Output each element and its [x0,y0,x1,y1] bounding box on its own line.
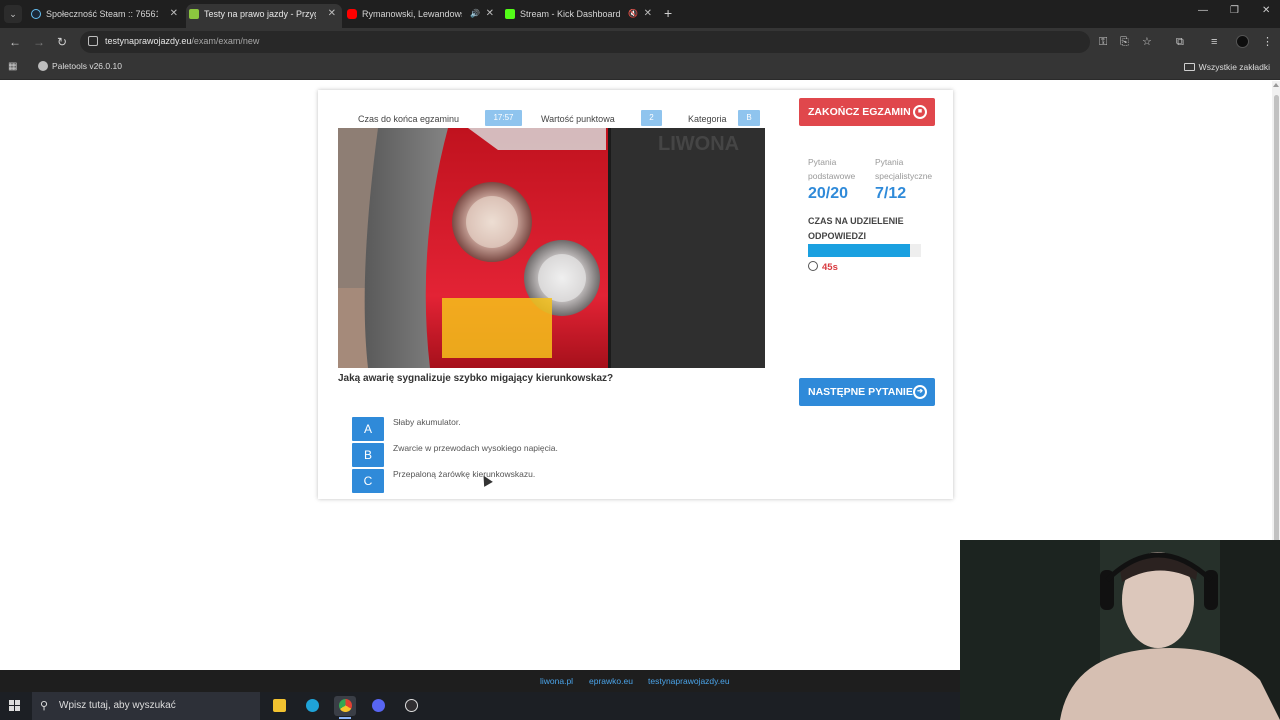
profile-avatar[interactable] [1236,35,1249,48]
basic-questions-label: Pytania podstawowe [808,157,856,181]
answer-time-label: CZAS NA UDZIELENIE ODPOWIEDZI [808,216,904,241]
muted-icon[interactable]: 🔇 [628,4,638,24]
category-badge: B [738,110,760,126]
next-question-button[interactable]: NASTĘPNE PYTANIE ➔ [799,378,935,406]
special-questions-label: Pytania specjalistyczne [875,157,933,181]
new-tab-button[interactable]: + [664,4,672,22]
browser-toolbar: ← → ↻ testynaprawojazdy.eu/exam/exam/new… [0,28,1280,56]
end-exam-button[interactable]: ZAKOŃCZ EGZAMIN ■ [799,98,935,126]
category-label: Kategoria [688,114,727,124]
answer-text[interactable]: Przepaloną żarówkę kierunkowskazu. [393,469,535,479]
windows-taskbar: ⚲ Wpisz tutaj, aby wyszukać [0,692,960,720]
answer-time-progress-fill [808,244,910,257]
scroll-up-icon[interactable] [1273,83,1279,87]
audio-playing-icon[interactable]: 🔊 [470,4,480,24]
answer-letter[interactable]: B [352,443,384,467]
answer-text[interactable]: Słaby akumulator. [393,417,461,427]
password-key-icon[interactable]: ⚿ [1099,35,1107,49]
close-tab-icon[interactable]: ✕ [328,4,336,24]
url-text: testynaprawojazdy.eu/exam/exam/new [105,36,260,46]
tab-youtube[interactable]: Rymanowski, Lewandowski 🔊 ✕ [344,4,500,28]
testy-favicon-icon [189,9,199,19]
file-explorer-icon[interactable] [268,696,290,716]
close-tab-icon[interactable]: ✕ [486,4,494,24]
globe-icon [38,61,48,71]
bookmarks-bar: ▦ Paletools v26.0.10 Wszystkie zakładki [0,56,1280,80]
all-bookmarks[interactable]: Wszystkie zakładki [1183,62,1270,72]
webcam-feed [960,540,1280,720]
points-badge: 2 [641,110,662,126]
close-tab-icon[interactable]: ✕ [170,4,178,24]
folder-icon [1183,63,1195,71]
windows-start-icon[interactable] [9,700,21,712]
answer-option-c[interactable]: C Przepaloną żarówkę kierunkowskazu. [352,469,772,493]
special-questions-count: 7/12 [875,185,907,202]
tab-kick[interactable]: Stream - Kick Dashboard 🔇 ✕ [502,4,658,28]
clock-icon [808,261,818,271]
back-arrow-icon[interactable]: ← [9,34,21,50]
restore-icon[interactable]: ❐ [1230,5,1239,16]
footer-link-testy[interactable]: testynaprawojazdy.eu [648,676,730,686]
media-control-icon[interactable]: ≡ [1211,35,1217,49]
answer-option-a[interactable]: A Słaby akumulator. [352,417,772,441]
answer-timer: 45s [808,261,838,273]
site-info-icon[interactable] [88,36,98,46]
answer-letter[interactable]: C [352,469,384,493]
answer-time-progress [808,244,921,257]
photo-watermark: LIWONA [658,133,739,155]
arrow-right-circle-icon: ➔ [913,385,927,399]
bookmark-star-icon[interactable]: ☆ [1142,35,1152,49]
minimize-icon[interactable]: — [1198,5,1208,16]
close-tab-icon[interactable]: ✕ [644,4,652,24]
basic-questions-count: 20/20 [808,185,849,202]
chrome-icon[interactable] [334,696,356,719]
install-app-icon[interactable]: ⎘ [1120,35,1129,49]
steam-icon [31,9,41,19]
question-text: Jaką awarię sygnalizuje szybko migający … [338,373,614,384]
footer-link-liwona[interactable]: liwona.pl [540,676,573,686]
question-image: LIWONA [338,128,765,368]
bookmark-paletools[interactable]: Paletools v26.0.10 [38,61,122,71]
search-icon: ⚲ [40,700,49,712]
kick-icon [505,9,515,19]
obs-icon[interactable] [400,696,422,716]
youtube-icon [347,9,357,19]
close-window-icon[interactable]: ✕ [1262,5,1270,16]
apps-grid-icon[interactable]: ▦ [8,61,17,72]
edge-icon[interactable] [301,696,323,716]
tab-testy[interactable]: Testy na prawo jazdy - Przygoto ✕ [186,4,342,28]
answer-text[interactable]: Zwarcie w przewodach wysokiego napięcia. [393,443,558,453]
extensions-icon[interactable]: ⧉ [1176,35,1184,49]
exam-card: Czas do końca egzaminu 17:57 Wartość pun… [318,90,953,499]
tab-search-icon[interactable]: ⌄ [4,5,22,23]
more-menu-icon[interactable]: ⋮ [1262,35,1273,49]
time-remaining-label: Czas do końca egzaminu [358,114,460,124]
time-remaining-badge: 17:57 [485,110,522,126]
address-bar[interactable]: testynaprawojazdy.eu/exam/exam/new [80,31,1090,53]
browser-tab-bar: ⌄ Społeczność Steam :: 76561198 ✕ Testy … [0,0,1280,28]
stop-circle-icon: ■ [913,105,927,119]
answer-letter[interactable]: A [352,417,384,441]
reload-icon[interactable]: ↻ [57,34,67,50]
footer-link-eprawko[interactable]: eprawko.eu [589,676,633,686]
discord-icon[interactable] [367,696,389,716]
tail-light-photo: LIWONA [338,128,765,368]
tab-steam[interactable]: Społeczność Steam :: 76561198 ✕ [28,4,184,28]
taskbar-search[interactable]: ⚲ Wpisz tutaj, aby wyszukać [32,692,260,720]
points-label: Wartość punktowa [541,114,615,124]
answer-option-b[interactable]: B Zwarcie w przewodach wysokiego napięci… [352,443,772,467]
forward-arrow-icon[interactable]: → [33,34,45,50]
webcam-overlay [960,540,1280,720]
